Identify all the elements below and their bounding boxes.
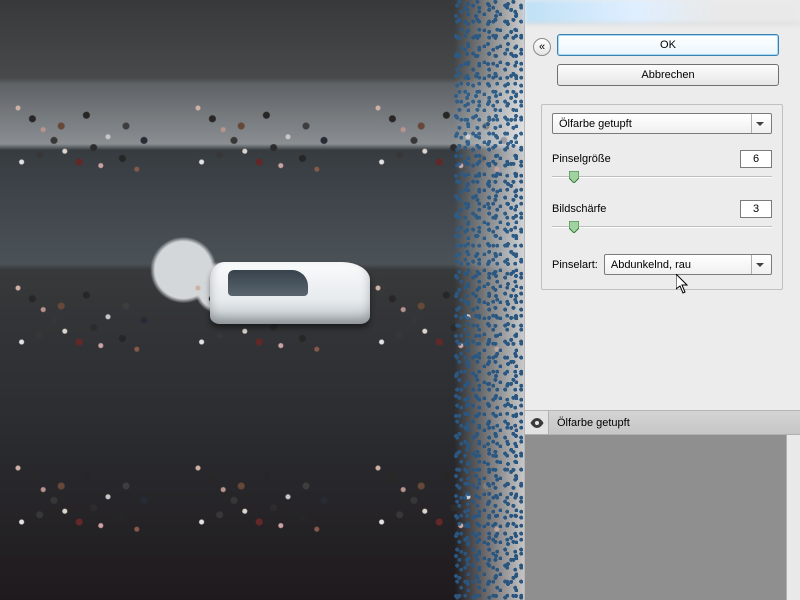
cancel-button[interactable]: Abbrechen (557, 64, 779, 86)
collapse-icon: « (539, 42, 545, 53)
slider-thumb[interactable] (569, 221, 579, 233)
window-titlebar-blur (525, 0, 800, 24)
slider-thumb[interactable] (569, 171, 579, 183)
preview-noise-edge (454, 0, 524, 600)
sharpness-label: Bildschärfe (552, 203, 606, 215)
eye-icon (530, 418, 544, 428)
filter-options-group: Ölfarbe getupft Pinselgröße Bildschärfe (541, 104, 783, 290)
filter-layers-empty-area[interactable] (525, 435, 787, 600)
filter-settings-panel: « OK Abbrechen Ölfarbe getupft Pinselgrö… (524, 0, 800, 600)
filter-layers-panel: Ölfarbe getupft (525, 410, 800, 600)
chevron-down-icon (751, 114, 767, 133)
brush-size-slider[interactable] (552, 170, 772, 184)
sharpness-slider[interactable] (552, 220, 772, 234)
preview-car-shape (210, 262, 370, 324)
filter-name-dropdown[interactable]: Ölfarbe getupft (552, 113, 772, 134)
dialog-buttons: OK Abbrechen (557, 34, 779, 94)
filter-preview-area[interactable] (0, 0, 524, 600)
chevron-down-icon (751, 255, 767, 274)
brush-type-row: Pinselart: Abdunkelnd, rau (552, 254, 772, 275)
sharpness-param: Bildschärfe (552, 200, 772, 234)
filter-layer-name: Ölfarbe getupft (549, 417, 630, 429)
filter-layers-scrollbar[interactable] (787, 435, 800, 600)
ok-button[interactable]: OK (557, 34, 779, 56)
sharpness-input[interactable] (740, 200, 772, 218)
brush-type-dropdown[interactable]: Abdunkelnd, rau (604, 254, 772, 275)
brush-size-input[interactable] (740, 150, 772, 168)
slider-track (552, 226, 772, 228)
collapse-panel-button[interactable]: « (533, 38, 551, 56)
slider-track (552, 176, 772, 178)
filter-layer-row[interactable]: Ölfarbe getupft (525, 411, 800, 435)
brush-size-label: Pinselgröße (552, 153, 611, 165)
brush-size-param: Pinselgröße (552, 150, 772, 184)
filter-name-label: Ölfarbe getupft (559, 118, 632, 130)
layer-visibility-toggle[interactable] (525, 411, 549, 434)
brush-type-label: Pinselart: (552, 259, 598, 271)
preview-image (0, 0, 524, 600)
brush-type-value: Abdunkelnd, rau (611, 259, 691, 271)
